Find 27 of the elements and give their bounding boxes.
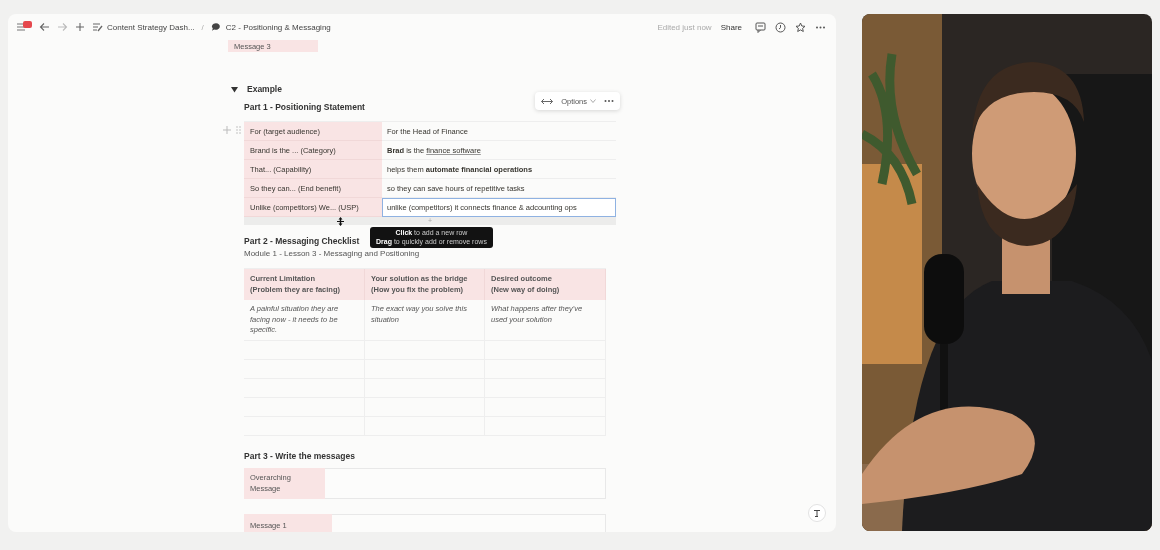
section-heading: Part 3 - Write the messages bbox=[244, 450, 355, 463]
star-icon[interactable] bbox=[795, 21, 806, 33]
width-arrows-icon[interactable] bbox=[541, 97, 554, 105]
move-cursor-icon bbox=[336, 217, 345, 226]
forward-arrow-icon[interactable] bbox=[57, 22, 68, 32]
plus-icon[interactable] bbox=[75, 22, 85, 32]
breadcrumb-link[interactable]: C2 - Positioning & Messaging bbox=[210, 22, 331, 32]
caret-icon bbox=[590, 99, 596, 103]
triangle-down-icon[interactable] bbox=[231, 85, 238, 93]
more-icon[interactable] bbox=[604, 99, 614, 103]
menu-icon[interactable] bbox=[16, 21, 32, 33]
section-heading: Part 2 - Messaging Checklist bbox=[244, 235, 360, 248]
share-button[interactable]: Share bbox=[720, 22, 742, 32]
drag-handle-icon[interactable] bbox=[236, 126, 241, 134]
list-pen-icon bbox=[92, 22, 103, 32]
section-heading: Part 1 - Positioning Statement bbox=[244, 101, 365, 114]
toggle-heading[interactable]: Example bbox=[247, 84, 282, 94]
breadcrumb-separator: / bbox=[201, 22, 204, 32]
plus-icon[interactable] bbox=[223, 126, 231, 134]
breadcrumb-link[interactable]: Content Strategy Dash... bbox=[92, 22, 195, 32]
back-arrow-icon[interactable] bbox=[39, 22, 50, 32]
subheading: Module 1 - Lesson 3 - Messaging and Positioning bbox=[244, 249, 421, 260]
clock-icon[interactable] bbox=[775, 21, 786, 33]
edit-status: Edited just now bbox=[657, 22, 712, 32]
speech-bubble-icon bbox=[210, 22, 222, 32]
message-field[interactable] bbox=[325, 468, 606, 499]
comment-icon[interactable] bbox=[755, 21, 766, 33]
